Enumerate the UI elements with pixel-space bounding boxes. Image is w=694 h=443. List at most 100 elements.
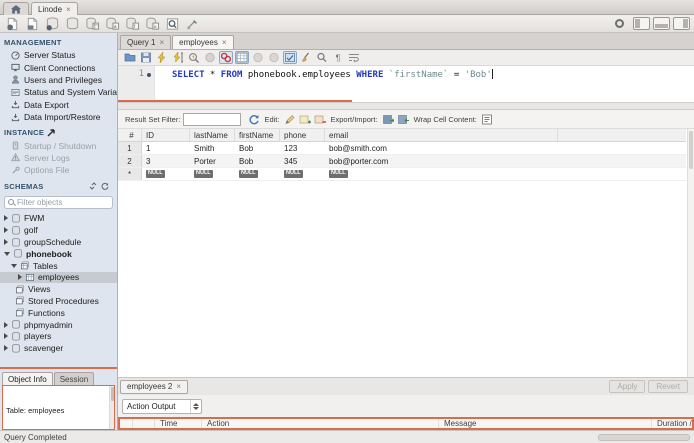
tab-close-icon[interactable]: × [159, 38, 164, 47]
output-col-message[interactable]: Message [439, 419, 652, 428]
null-badge[interactable]: NULL [329, 170, 348, 178]
tab-query-1[interactable]: Query 1 × [120, 35, 172, 49]
cell-phone[interactable]: 345 [280, 155, 325, 167]
tree-node-stored-procedures[interactable]: Stored Procedures [0, 295, 117, 307]
tree-node-functions[interactable]: Functions [0, 307, 117, 319]
apply-button[interactable]: Apply [609, 380, 646, 393]
grid-new-row[interactable]: * NULL NULL NULL NULL NULL [118, 168, 686, 181]
grid-header-id[interactable]: ID [142, 129, 190, 141]
toggle-right-sidebar-button[interactable] [673, 17, 690, 30]
cell-id[interactable]: 3 [142, 155, 190, 167]
grid-header-firstname[interactable]: firstName [235, 129, 280, 141]
output-type-select[interactable]: Action Output [122, 399, 202, 414]
add-row-icon[interactable] [298, 113, 311, 125]
refresh-results-icon[interactable] [247, 113, 260, 125]
expand-icon[interactable] [4, 321, 8, 328]
tree-node-views[interactable]: Views [0, 283, 117, 295]
explain-plan-icon[interactable] [187, 51, 201, 64]
refresh-schemas-icon[interactable] [101, 182, 109, 190]
tree-node-employees[interactable]: employees [0, 271, 117, 284]
new-procedure-icon[interactable]: a [104, 16, 121, 31]
schema-node-scavenger[interactable]: scavenger [0, 342, 117, 354]
output-col-action[interactable]: Action [202, 419, 439, 428]
import-records-icon[interactable] [397, 113, 410, 125]
expand-icon[interactable] [4, 333, 8, 340]
search-table-data-icon[interactable] [164, 16, 181, 31]
sidebar-item-client-connections[interactable]: Client Connections [0, 61, 117, 73]
output-col-duration[interactable]: Duration / Fetch [652, 419, 692, 428]
new-user-icon[interactable]: u [144, 16, 161, 31]
export-results-icon[interactable] [382, 113, 395, 125]
sql-editor[interactable]: 1 SELECT * FROM phonebook.employees WHER… [118, 66, 694, 100]
cell-firstname[interactable]: Bob [235, 142, 280, 154]
edit-record-icon[interactable] [283, 113, 296, 125]
null-badge[interactable]: NULL [146, 170, 165, 178]
open-file-icon[interactable] [123, 51, 137, 64]
connection-tab-close-icon[interactable]: × [66, 5, 71, 14]
tab-close-icon[interactable]: × [176, 382, 181, 391]
schema-node-groupschedule[interactable]: groupSchedule [0, 236, 117, 248]
expand-icon[interactable] [18, 274, 22, 281]
cell-email[interactable]: bob@smith.com [325, 142, 558, 154]
grid-row-1[interactable]: 1 1 Smith Bob 123 bob@smith.com [118, 142, 686, 155]
save-icon[interactable] [139, 51, 153, 64]
horizontal-scrollbar-thumb[interactable] [598, 434, 690, 441]
tree-node-tables[interactable]: Tables [0, 260, 117, 272]
find-icon[interactable] [315, 51, 329, 64]
sidebar-item-users-privileges[interactable]: Users and Privileges [0, 74, 117, 86]
toggle-stop-on-error-icon[interactable] [219, 51, 233, 64]
tab-employees[interactable]: employees × [172, 35, 234, 49]
stop-query-icon[interactable] [203, 51, 217, 64]
tab-object-info[interactable]: Object Info [2, 372, 53, 385]
editor-result-splitter[interactable] [118, 102, 694, 110]
sidebar-item-data-export[interactable]: Data Export [0, 99, 117, 111]
cell-email[interactable]: bob@porter.com [325, 155, 558, 167]
collapse-icon[interactable] [11, 263, 17, 268]
revert-button[interactable]: Revert [648, 380, 688, 393]
expand-icon[interactable] [4, 227, 8, 234]
reconnect-server-icon[interactable] [184, 16, 201, 31]
grid-header-rownum[interactable]: # [118, 129, 142, 141]
toggle-left-sidebar-button[interactable] [633, 17, 650, 30]
tab-session[interactable]: Session [53, 372, 95, 385]
sql-code-line[interactable]: SELECT * FROM phonebook.employees WHERE … [172, 69, 493, 80]
schema-node-phpmyadmin[interactable]: phpmyadmin [0, 319, 117, 331]
collapse-all-icon[interactable] [89, 182, 97, 190]
grid-header-email[interactable]: email [325, 129, 558, 141]
expand-icon[interactable] [4, 239, 8, 245]
new-schema-icon[interactable] [44, 16, 61, 31]
sidebar-item-server-status[interactable]: Server Status [0, 49, 117, 61]
toggle-invisible-characters-icon[interactable]: ¶ [331, 51, 345, 64]
grid-header-phone[interactable]: phone [280, 129, 325, 141]
object-info-scrollbar[interactable] [109, 386, 114, 429]
toggle-bottom-panel-button[interactable] [653, 17, 670, 30]
grid-row-2[interactable]: 2 3 Porter Bob 345 bob@porter.com [118, 155, 686, 168]
cell-phone[interactable]: 123 [280, 142, 325, 154]
null-badge[interactable]: NULL [239, 170, 258, 178]
wrap-cell-content-icon[interactable] [481, 113, 494, 125]
new-table-icon[interactable] [64, 16, 81, 31]
cell-lastname[interactable]: Porter [190, 155, 235, 167]
toggle-autocommit-icon[interactable] [283, 51, 297, 64]
select-stepper-icon[interactable] [190, 400, 201, 413]
execute-current-statement-icon[interactable] [171, 51, 185, 64]
cell-lastname[interactable]: Smith [190, 142, 235, 154]
expand-icon[interactable] [4, 215, 8, 222]
sidebar-item-data-import-restore[interactable]: Data Import/Restore [0, 111, 117, 123]
tab-close-icon[interactable]: × [222, 38, 227, 47]
grid-header-lastname[interactable]: lastName [190, 129, 235, 141]
schema-node-phonebook[interactable]: phonebook [0, 248, 117, 260]
new-sql-tab-icon[interactable] [4, 16, 21, 31]
result-grid-scrollbar[interactable] [687, 129, 694, 377]
new-view-icon[interactable] [84, 16, 101, 31]
schema-node-fwm[interactable]: FWM [0, 213, 117, 225]
home-tab[interactable] [3, 2, 29, 15]
collapse-icon[interactable] [4, 251, 10, 256]
new-function-icon[interactable]: f [124, 16, 141, 31]
sidebar-item-startup-shutdown[interactable]: Startup / Shutdown [0, 139, 117, 151]
sidebar-item-status-system-variables[interactable]: Status and System Variables [0, 86, 117, 98]
tab-result-employees-2[interactable]: employees 2 × [120, 379, 189, 394]
connection-tab[interactable]: Linode × [31, 2, 78, 15]
limit-rows-icon[interactable] [235, 51, 249, 64]
rollback-icon[interactable] [267, 51, 281, 64]
